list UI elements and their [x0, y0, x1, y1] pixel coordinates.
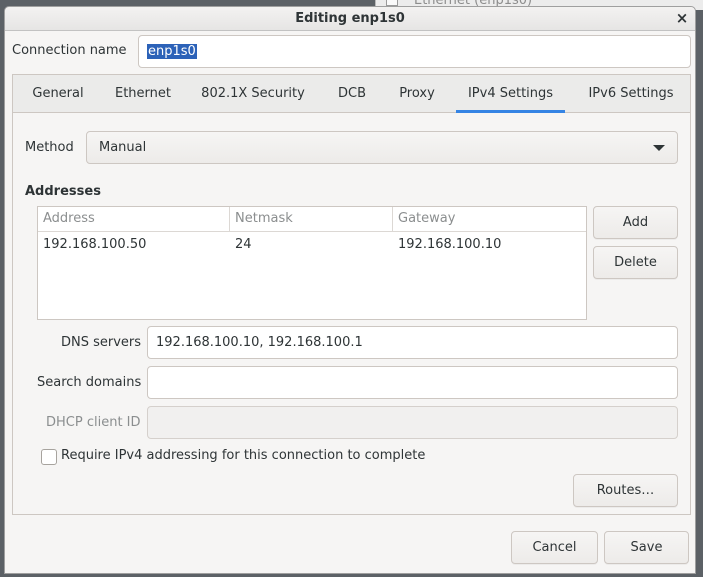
tab-8021x-security[interactable]: 802.1X Security — [189, 75, 317, 113]
save-button[interactable]: Save — [604, 531, 689, 564]
chevron-down-icon — [653, 145, 665, 151]
dhcp-client-id-label: DHCP client ID — [46, 415, 141, 430]
add-address-button[interactable]: Add — [593, 206, 678, 239]
method-dropdown[interactable]: Manual — [86, 131, 678, 164]
tab-ipv4-settings[interactable]: IPv4 Settings — [456, 75, 565, 113]
dns-servers-value: 192.168.100.10, 192.168.100.1 — [156, 335, 363, 350]
cancel-button[interactable]: Cancel — [511, 531, 598, 564]
addresses-table[interactable]: Address Netmask Gateway 192.168.100.50 2… — [37, 206, 587, 320]
edit-connection-dialog: Editing enp1s0 × Connection name enp1s0 … — [4, 6, 696, 574]
search-domains-input[interactable] — [147, 366, 678, 399]
require-ipv4-label[interactable]: Require IPv4 addressing for this connect… — [61, 448, 425, 463]
tab-general[interactable]: General — [13, 75, 103, 113]
column-header-address[interactable]: Address — [38, 207, 230, 232]
routes-button[interactable]: Routes… — [573, 474, 678, 507]
dhcp-client-id-input — [147, 406, 678, 439]
tab-ipv6-settings[interactable]: IPv6 Settings — [576, 75, 686, 113]
address-cell[interactable]: 192.168.100.50 — [38, 237, 146, 252]
search-domains-label: Search domains — [37, 375, 142, 390]
tab-ethernet[interactable]: Ethernet — [103, 75, 183, 113]
connection-name-value: enp1s0 — [147, 44, 197, 59]
column-header-netmask[interactable]: Netmask — [230, 207, 393, 232]
method-value: Manual — [99, 140, 147, 155]
dns-servers-input[interactable]: 192.168.100.10, 192.168.100.1 — [147, 326, 678, 359]
column-header-gateway[interactable]: Gateway — [393, 207, 586, 232]
titlebar: Editing enp1s0 × — [5, 7, 695, 31]
settings-notebook: General Ethernet 802.1X Security DCB Pro… — [12, 74, 691, 515]
method-label: Method — [25, 140, 74, 155]
addresses-title: Addresses — [25, 184, 101, 199]
tab-proxy[interactable]: Proxy — [385, 75, 449, 113]
require-ipv4-checkbox[interactable] — [41, 449, 57, 465]
connection-name-label: Connection name — [12, 43, 127, 58]
dns-servers-label: DNS servers — [61, 335, 142, 350]
connection-name-input[interactable]: enp1s0 — [138, 35, 691, 68]
dialog-title: Editing enp1s0 — [295, 11, 405, 26]
delete-address-button[interactable]: Delete — [593, 246, 678, 279]
close-icon[interactable]: × — [673, 8, 691, 28]
gateway-cell[interactable]: 192.168.100.10 — [393, 237, 501, 252]
tab-dcb[interactable]: DCB — [328, 75, 376, 113]
netmask-cell[interactable]: 24 — [230, 237, 252, 252]
tab-bar: General Ethernet 802.1X Security DCB Pro… — [13, 75, 690, 113]
